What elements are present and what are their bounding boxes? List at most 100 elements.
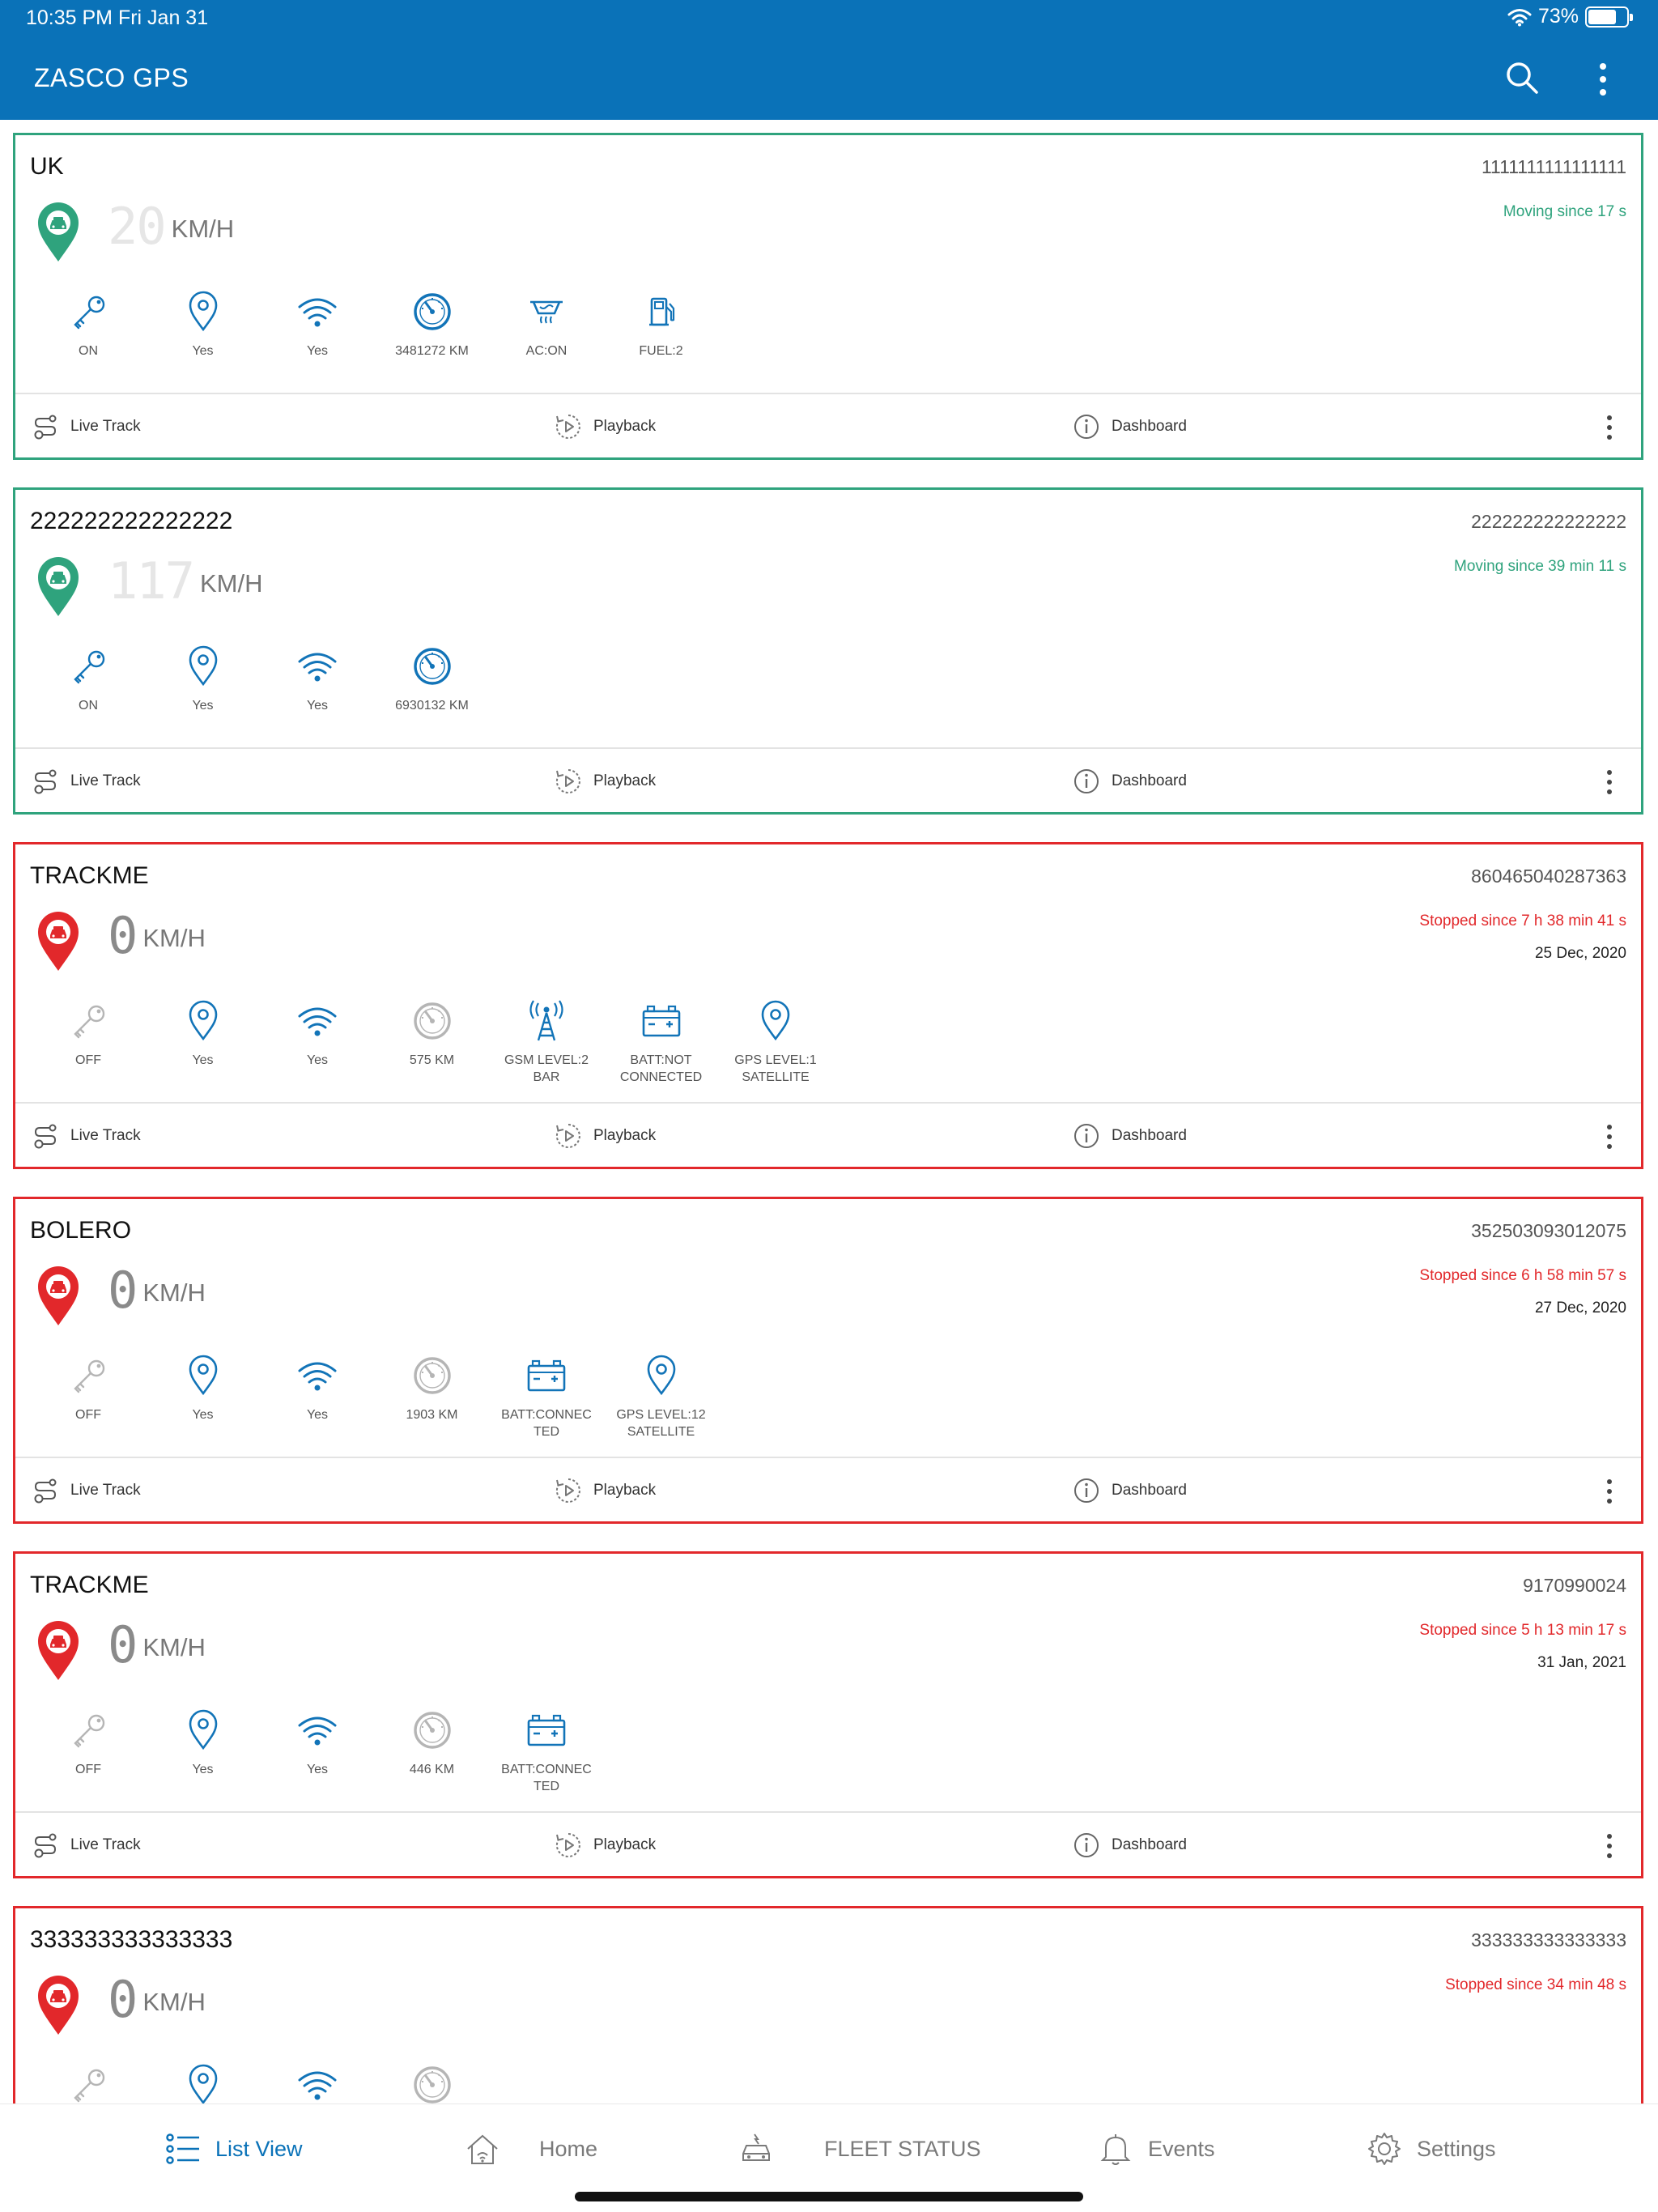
wifi-icon: [298, 2071, 337, 2100]
tab-fleet-status[interactable]: FLEET STATUS: [738, 2129, 981, 2169]
gps-pin-icon: [189, 645, 217, 687]
live-track-label: Live Track: [70, 1127, 141, 1144]
vehicle-list[interactable]: UK 1111111111111111 Moving since 17 s 20…: [0, 120, 1658, 2104]
indicator-wifi: Yes: [261, 291, 374, 359]
playback-label: Playback: [593, 1127, 657, 1144]
overflow-menu-icon[interactable]: [1592, 62, 1614, 97]
playback-label: Playback: [593, 772, 657, 789]
vehicle-imei: 9170990024: [1523, 1575, 1626, 1596]
indicator-wifi: Yes: [261, 1355, 374, 1423]
indicator-odometer: 3481272 KM: [376, 291, 489, 359]
indicator-label: BATT:CONNEC TED: [501, 1408, 592, 1439]
indicator-label: 575 KM: [409, 1053, 455, 1067]
live-track-button[interactable]: Live Track: [32, 767, 141, 796]
odometer-icon: [413, 1357, 451, 1394]
tab-label: Settings: [1417, 2136, 1496, 2161]
info-icon: [1074, 1124, 1099, 1148]
home-indicator: [575, 2192, 1083, 2201]
live-track-button[interactable]: Live Track: [32, 1476, 141, 1505]
key-icon: [74, 1714, 105, 1748]
dashboard-button[interactable]: Dashboard: [1073, 1831, 1187, 1860]
battery-icon: [527, 1714, 566, 1746]
vehicle-card[interactable]: 222222222222222 222222222222222 Moving s…: [13, 487, 1643, 815]
speed-value: 0: [108, 1970, 138, 2029]
card-more-icon[interactable]: [1604, 768, 1615, 796]
dashboard-button[interactable]: Dashboard: [1073, 1476, 1187, 1505]
indicator-label: 446 KM: [409, 1763, 455, 1776]
tab-label: List View: [215, 2136, 303, 2161]
live-track-button[interactable]: Live Track: [32, 1831, 141, 1860]
gps-pin-icon: [189, 291, 217, 332]
home-icon: [467, 2134, 498, 2164]
vehicle-status: Moving since 17 s: [1503, 203, 1626, 220]
battery-icon: [527, 1359, 566, 1392]
indicator-gps-pin: Yes: [147, 1355, 260, 1423]
key-icon: [74, 296, 105, 330]
live-track-icon: [34, 1833, 57, 1858]
vehicle-status-pin-icon: [38, 1621, 79, 1680]
live-track-icon: [34, 769, 57, 794]
info-icon: [1074, 1833, 1099, 1857]
vehicle-name: 333333333333333: [30, 1926, 233, 1953]
tab-settings[interactable]: Settings: [1367, 2129, 1496, 2169]
live-track-button[interactable]: Live Track: [32, 412, 141, 441]
indicator-fuel: FUEL:2: [605, 291, 718, 359]
playback-button[interactable]: Playback: [555, 767, 656, 796]
indicator-label: GPS LEVEL:12 SATELLITE: [616, 1408, 706, 1439]
dashboard-button[interactable]: Dashboard: [1073, 767, 1187, 796]
card-actions: Live Track Playback Dashboard: [15, 1457, 1641, 1521]
key-icon: [74, 650, 105, 684]
vehicle-card[interactable]: TRACKME 860465040287363 Stopped since 7 …: [13, 842, 1643, 1169]
odometer-icon: [413, 1712, 451, 1749]
dashboard-button[interactable]: Dashboard: [1073, 1121, 1187, 1151]
bell-icon: [1100, 2134, 1131, 2165]
live-track-button[interactable]: Live Track: [32, 1121, 141, 1151]
playback-button[interactable]: Playback: [555, 1121, 656, 1151]
tab-list-view[interactable]: List View: [165, 2129, 303, 2169]
tab-events[interactable]: Events: [1098, 2129, 1215, 2169]
playback-button[interactable]: Playback: [555, 1476, 656, 1505]
card-more-icon[interactable]: [1604, 1123, 1615, 1151]
wifi-icon: [298, 1007, 337, 1036]
indicator-odometer: 6930132 KM: [376, 645, 489, 714]
key-icon: [74, 1005, 105, 1039]
bottom-tab-bar: List View Home FLEET STATUS Events Setti…: [0, 2104, 1658, 2212]
card-more-icon[interactable]: [1604, 414, 1615, 441]
vehicle-last-date: 25 Dec, 2020: [1534, 945, 1626, 962]
vehicle-card[interactable]: BOLERO 352503093012075 Stopped since 6 h…: [13, 1197, 1643, 1524]
indicator-label: AC:ON: [525, 344, 568, 358]
card-more-icon[interactable]: [1604, 1478, 1615, 1505]
gps-pin-icon: [647, 1355, 675, 1396]
live-track-label: Live Track: [70, 418, 141, 435]
search-icon[interactable]: [1504, 60, 1540, 96]
playback-button[interactable]: Playback: [555, 412, 656, 441]
indicator-label: ON: [79, 699, 98, 713]
wifi-icon: [298, 1716, 337, 1746]
vehicle-card[interactable]: 333333333333333 333333333333333 Stopped …: [13, 1906, 1643, 2104]
card-more-icon[interactable]: [1604, 1832, 1615, 1860]
battery-percent: 73%: [1537, 5, 1579, 28]
indicator-odometer: [376, 2064, 489, 2104]
speed-unit: KM/H: [142, 924, 206, 952]
card-actions: Live Track Playback Dashboard: [15, 393, 1641, 457]
vehicle-card[interactable]: TRACKME 9170990024 Stopped since 5 h 13 …: [13, 1551, 1643, 1878]
vehicle-status: Stopped since 7 h 38 min 41 s: [1419, 912, 1626, 929]
playback-icon: [555, 1124, 580, 1148]
tab-home[interactable]: Home: [465, 2129, 597, 2169]
live-track-icon: [34, 415, 57, 440]
vehicle-card[interactable]: UK 1111111111111111 Moving since 17 s 20…: [13, 133, 1643, 460]
speed-value: 117: [108, 551, 195, 610]
indicator-label: Yes: [192, 344, 214, 358]
dashboard-label: Dashboard: [1112, 1127, 1187, 1144]
vehicle-last-date: 27 Dec, 2020: [1534, 1300, 1626, 1317]
live-track-icon: [34, 1478, 57, 1504]
vehicle-status-pin-icon: [38, 1976, 79, 2035]
dashboard-button[interactable]: Dashboard: [1073, 412, 1187, 441]
key-icon: [74, 1359, 105, 1393]
vehicle-imei: 860465040287363: [1471, 866, 1626, 887]
playback-button[interactable]: Playback: [555, 1831, 656, 1860]
indicator-key: [32, 2064, 145, 2104]
status-time: 10:35 PM Fri Jan 31: [26, 6, 209, 29]
gps-pin-icon: [189, 1000, 217, 1041]
indicator-label: Yes: [306, 344, 329, 358]
